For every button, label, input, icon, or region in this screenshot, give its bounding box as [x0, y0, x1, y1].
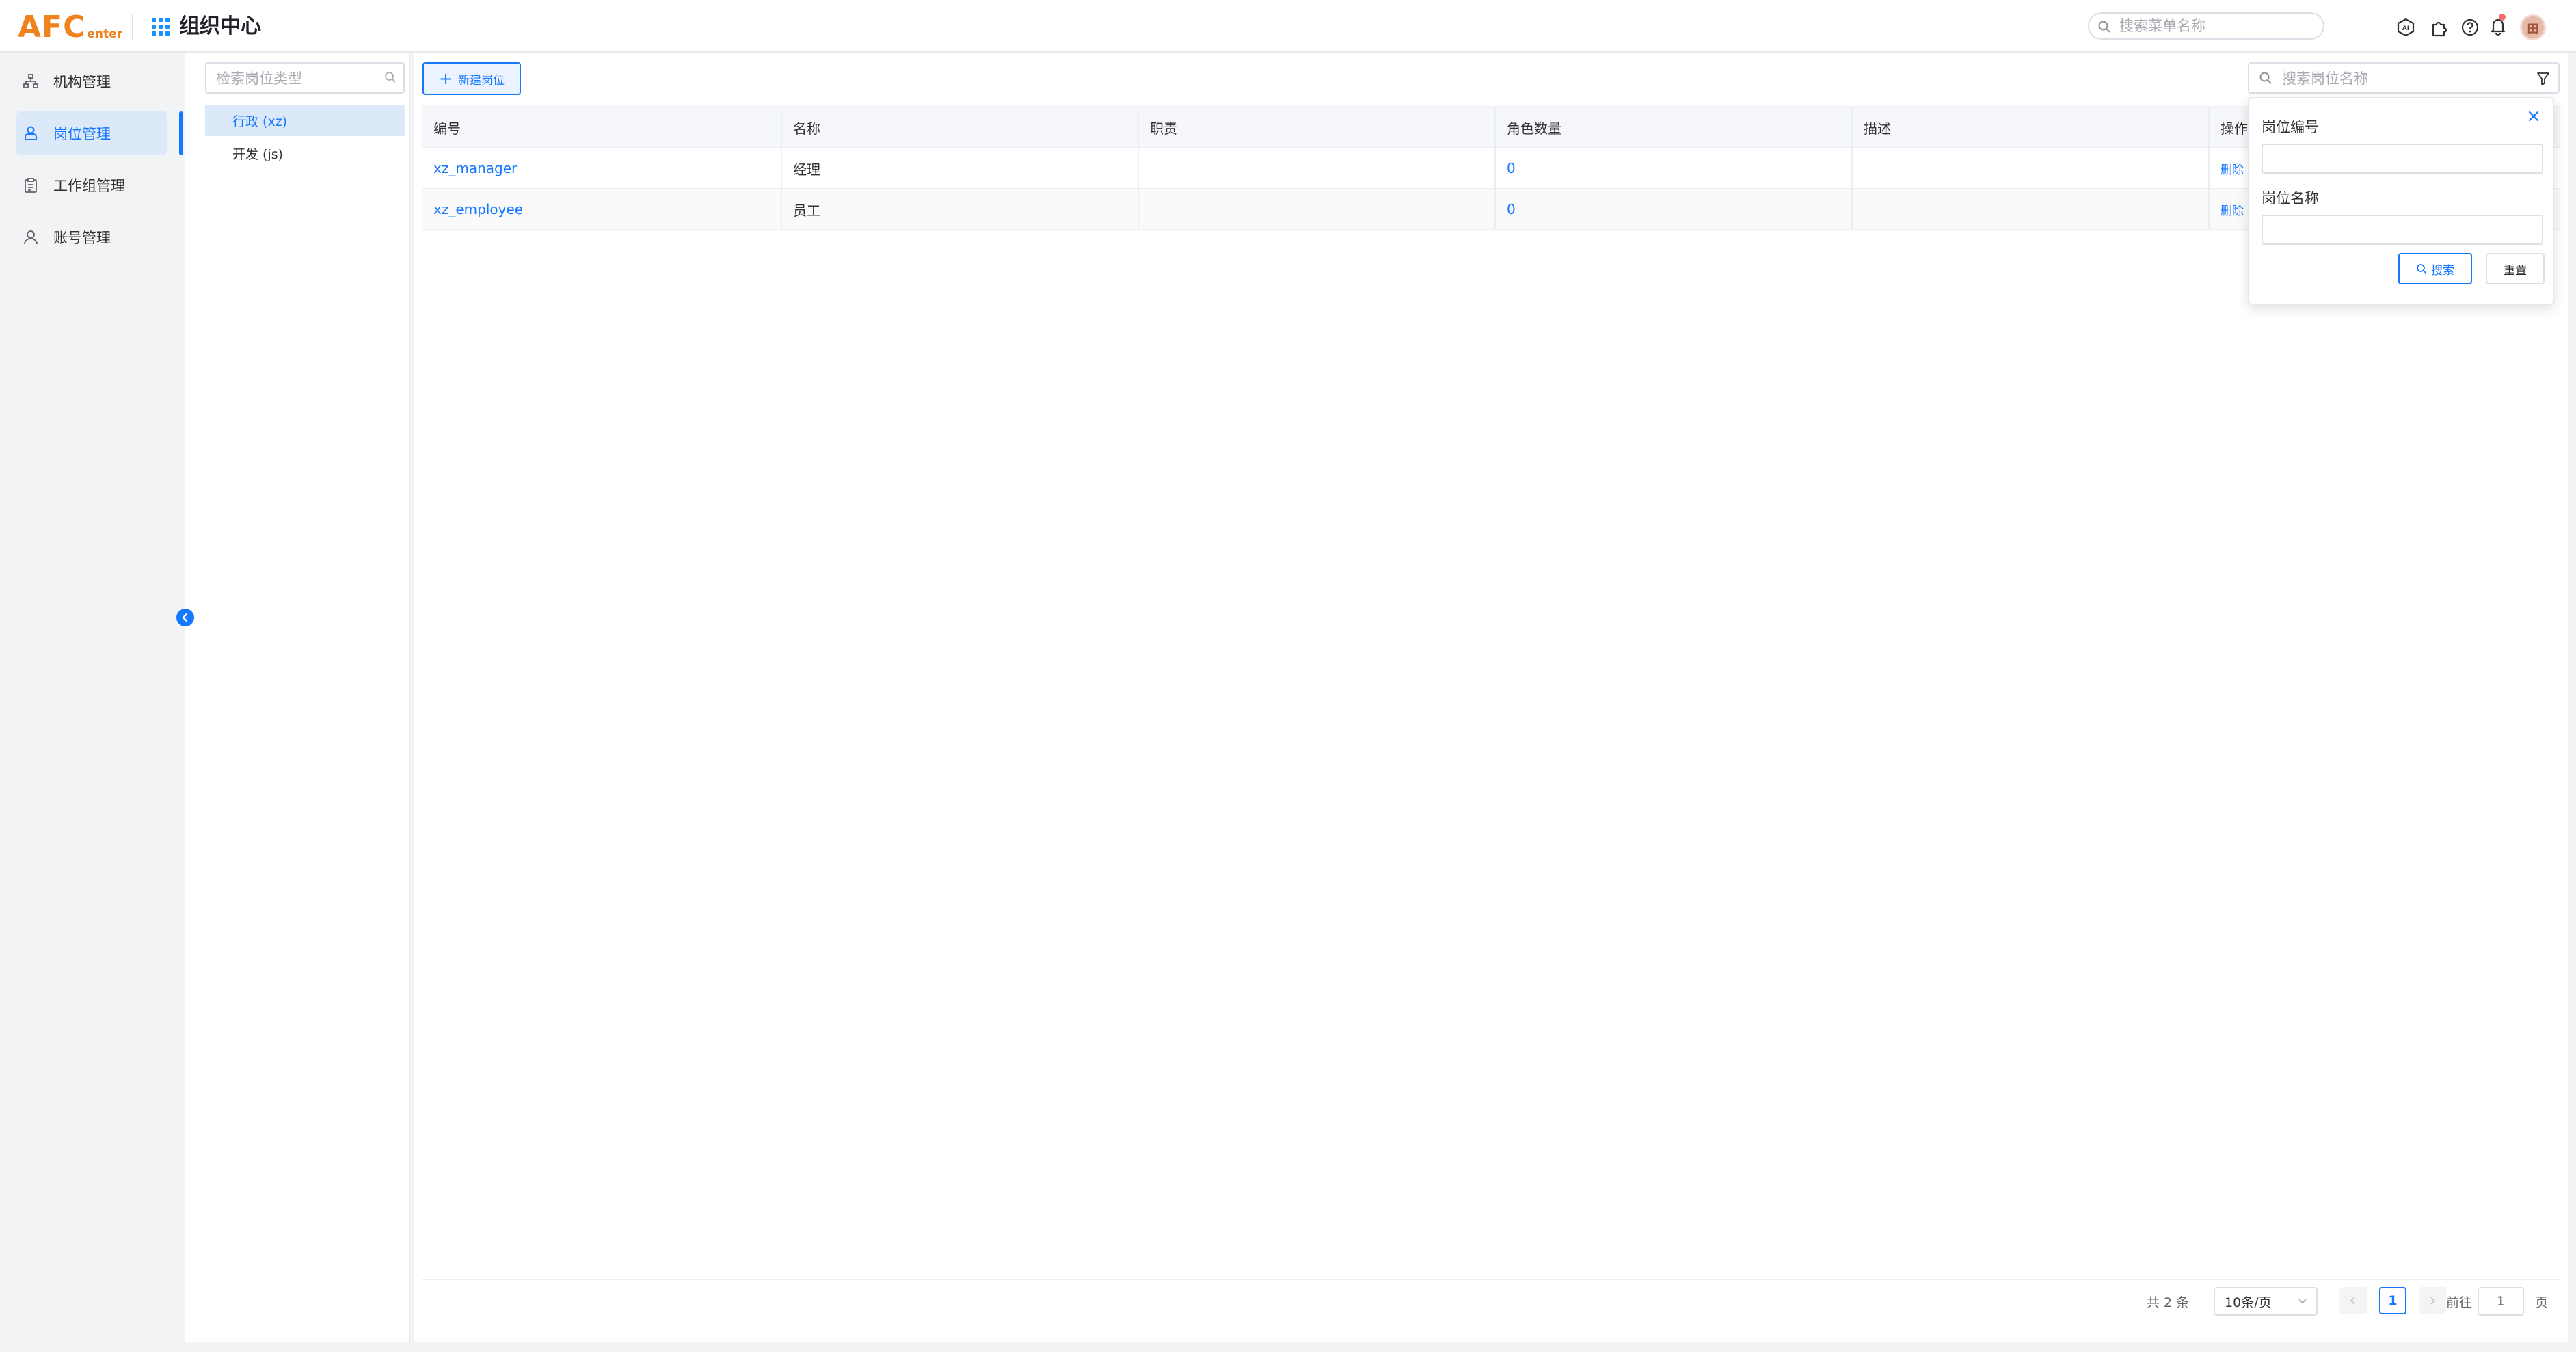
- sidebar-item-label: 岗位管理: [53, 126, 111, 142]
- filter-icon[interactable]: [2534, 69, 2553, 88]
- category-label: 行政 (xz): [232, 114, 288, 129]
- bell-icon[interactable]: [2487, 15, 2509, 37]
- column-header[interactable]: 编号: [422, 107, 782, 147]
- left-sidebar: 机构管理 岗位管理 工作组管理 账号管理: [0, 53, 185, 1352]
- menu-search-box[interactable]: [2088, 12, 2324, 40]
- help-icon[interactable]: [2459, 16, 2481, 38]
- reset-button-label: 重置: [2504, 263, 2527, 278]
- close-icon[interactable]: [2525, 108, 2542, 124]
- position-code-field[interactable]: [2262, 144, 2543, 174]
- role-count-link[interactable]: 0: [1496, 148, 1853, 188]
- category-label: 开发 (js): [232, 146, 284, 162]
- column-header[interactable]: 描述: [1853, 107, 2210, 147]
- user-avatar[interactable]: 田: [2520, 14, 2546, 40]
- top-header: AFC enter 组织中心 AI 田: [0, 0, 2576, 53]
- reset-button[interactable]: 重置: [2486, 253, 2545, 284]
- sidebar-item-label: 账号管理: [53, 230, 111, 246]
- table-row[interactable]: xz_employee 员工 0 删除: [422, 189, 2560, 230]
- position-type-panel: 行政 (xz) 开发 (js): [185, 53, 410, 1342]
- delete-link[interactable]: 删除: [2221, 160, 2244, 177]
- position-code-link[interactable]: xz_employee: [422, 189, 782, 229]
- sidebar-item-workgroups[interactable]: 工作组管理: [16, 163, 167, 207]
- chevron-left-icon: [2350, 1297, 2355, 1305]
- search-icon: [2259, 72, 2272, 84]
- delete-link[interactable]: 删除: [2221, 201, 2244, 218]
- ai-icon[interactable]: AI: [2395, 16, 2417, 38]
- category-search-input[interactable]: [216, 69, 377, 88]
- search-button[interactable]: 搜索: [2398, 253, 2472, 284]
- pagination: 共 2 条 10条/页 1 前往 1 页: [422, 1279, 2560, 1321]
- search-icon: [385, 72, 396, 83]
- goto-page-input[interactable]: 1: [2478, 1287, 2524, 1316]
- main-content: + 新建岗位 编号 名称 职责 角色数量 描述 操作 xz_manager 经理…: [414, 53, 2568, 1342]
- sidebar-item-label: 工作组管理: [53, 178, 125, 194]
- clipboard-icon: [22, 176, 40, 194]
- chevron-right-icon: [2430, 1297, 2436, 1305]
- goto-label: 前往: [2446, 1295, 2473, 1310]
- sidebar-item-accounts[interactable]: 账号管理: [16, 215, 167, 259]
- table-row[interactable]: xz_manager 经理 0 删除: [422, 148, 2560, 189]
- column-header[interactable]: 角色数量: [1496, 107, 1853, 147]
- chevron-left-icon: [182, 613, 188, 622]
- logo-divider: [132, 14, 133, 40]
- position-search-box[interactable]: [2248, 62, 2560, 94]
- svg-text:AI: AI: [2402, 25, 2409, 32]
- plugin-icon[interactable]: [2428, 16, 2450, 38]
- app-title: 组织中心: [179, 14, 261, 38]
- active-nav-indicator: [179, 111, 183, 155]
- position-name-label: 岗位名称: [2262, 190, 2319, 207]
- logo-text-sub: enter: [87, 27, 123, 41]
- table-header: 编号 名称 职责 角色数量 描述 操作: [422, 107, 2560, 148]
- page-number-button[interactable]: 1: [2379, 1287, 2406, 1314]
- position-duty-cell: [1139, 189, 1496, 229]
- apps-grid-icon[interactable]: [152, 18, 170, 36]
- category-item-xz[interactable]: 行政 (xz): [205, 105, 405, 136]
- logo-text-main: AFC: [18, 10, 86, 44]
- user-badge-icon: [22, 124, 40, 142]
- sidebar-item-org[interactable]: 机构管理: [16, 59, 167, 103]
- sidebar-item-positions[interactable]: 岗位管理: [16, 111, 167, 155]
- column-header[interactable]: 名称: [782, 107, 1139, 147]
- positions-table: 编号 名称 职责 角色数量 描述 操作 xz_manager 经理 0 删除 x…: [422, 106, 2560, 230]
- page-size-select[interactable]: 10条/页: [2214, 1287, 2318, 1316]
- page-size-value: 10条/页: [2225, 1295, 2272, 1310]
- sidebar-item-label: 机构管理: [53, 74, 111, 90]
- prev-page-button[interactable]: [2339, 1287, 2367, 1314]
- position-duty-cell: [1139, 148, 1496, 188]
- afcenter-logo[interactable]: AFC enter: [18, 8, 122, 42]
- search-button-label: 搜索: [2431, 263, 2454, 278]
- total-count: 共 2 条: [2147, 1295, 2190, 1310]
- column-header[interactable]: 职责: [1139, 107, 1496, 147]
- avatar-text: 田: [2527, 22, 2539, 36]
- menu-search-input[interactable]: [2119, 16, 2318, 36]
- position-code-link[interactable]: xz_manager: [422, 148, 782, 188]
- org-tree-icon: [22, 72, 40, 90]
- chevron-down-icon: [2298, 1299, 2307, 1304]
- page-unit-label: 页: [2535, 1295, 2549, 1310]
- search-icon: [2098, 21, 2110, 33]
- next-page-button[interactable]: [2419, 1287, 2446, 1314]
- position-code-label: 岗位编号: [2262, 119, 2319, 135]
- position-name-field[interactable]: [2262, 215, 2543, 245]
- position-name-cell: 员工: [782, 189, 1139, 229]
- category-item-js[interactable]: 开发 (js): [205, 137, 405, 169]
- category-search-box[interactable]: [205, 62, 405, 94]
- user-icon: [22, 228, 40, 246]
- new-position-label: 新建岗位: [458, 73, 505, 88]
- position-search-input[interactable]: [2282, 69, 2521, 88]
- plus-icon: +: [438, 69, 453, 88]
- position-desc-cell: [1853, 189, 2210, 229]
- position-name-cell: 经理: [782, 148, 1139, 188]
- position-desc-cell: [1853, 148, 2210, 188]
- notification-dot: [2499, 14, 2506, 21]
- role-count-link[interactable]: 0: [1496, 189, 1853, 229]
- search-icon: [2417, 264, 2427, 274]
- new-position-button[interactable]: + 新建岗位: [422, 62, 521, 95]
- collapse-sidebar-button[interactable]: [176, 609, 194, 626]
- filter-popover: 岗位编号 岗位名称 搜索 重置: [2248, 97, 2554, 305]
